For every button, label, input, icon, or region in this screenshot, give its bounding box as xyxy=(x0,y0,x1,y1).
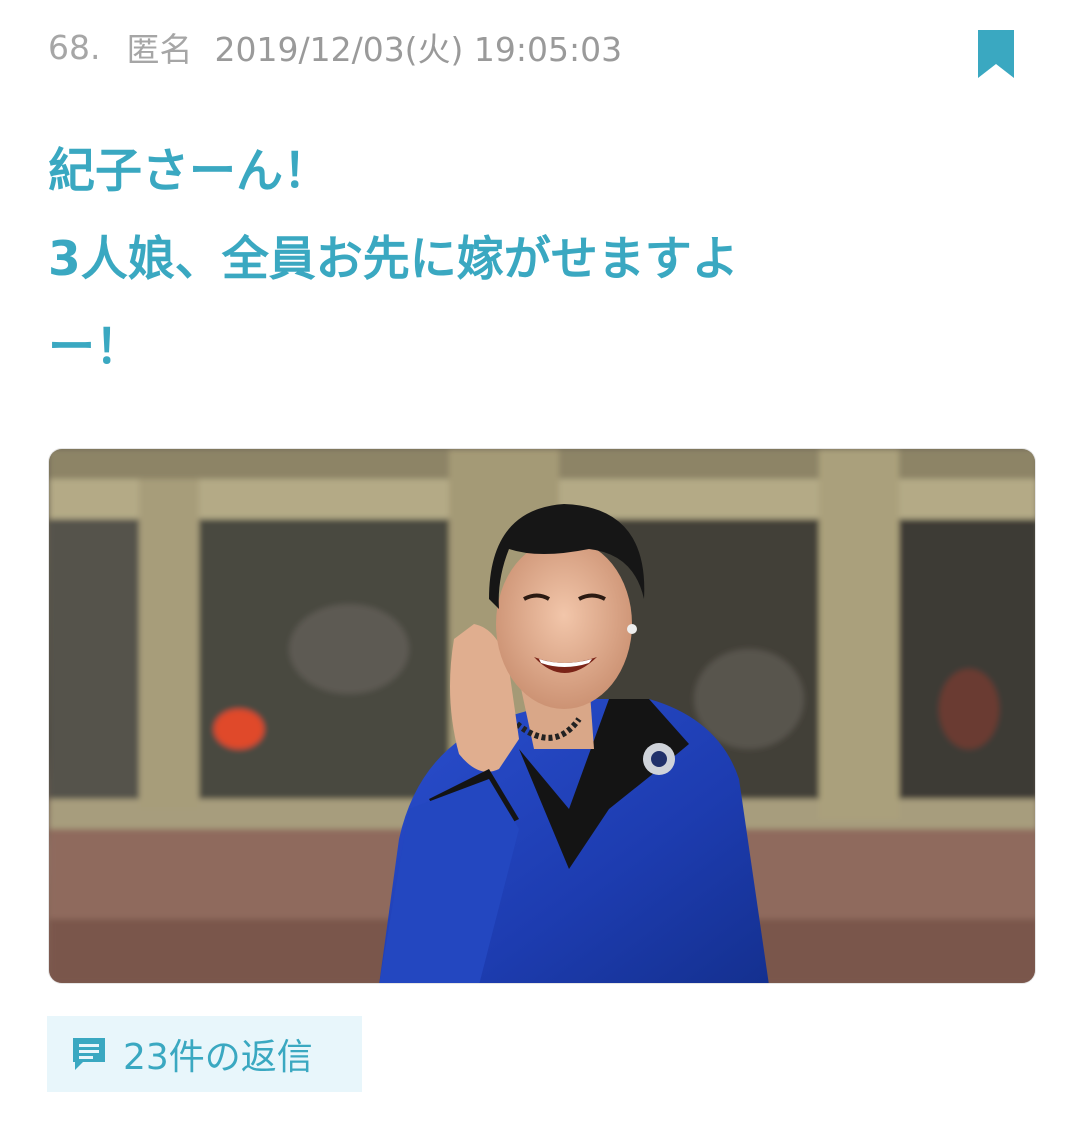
comment-line: ー！ xyxy=(48,320,142,375)
comment-body: 紀子さーん！ 3人娘、全員お先に嫁がせますよ ー！ xyxy=(48,128,948,392)
comment-author: 匿名 xyxy=(126,30,193,69)
comment-photo[interactable] xyxy=(48,448,1036,984)
comment-meta: 68. 匿名 2019/12/03(火) 19:05:03 xyxy=(48,22,622,72)
comment-icon xyxy=(71,1036,107,1072)
comment-line: 紀子さーん！ xyxy=(48,144,330,199)
comment-number: 68. xyxy=(48,27,101,67)
bookmark-icon[interactable] xyxy=(978,30,1014,78)
replies-button[interactable]: 23件の返信 xyxy=(47,1016,362,1092)
replies-label: 23件の返信 xyxy=(123,1037,313,1078)
comment-line: 3人娘、全員お先に嫁がせますよ xyxy=(48,232,739,287)
comment-datetime: 2019/12/03(火) 19:05:03 xyxy=(214,30,623,69)
